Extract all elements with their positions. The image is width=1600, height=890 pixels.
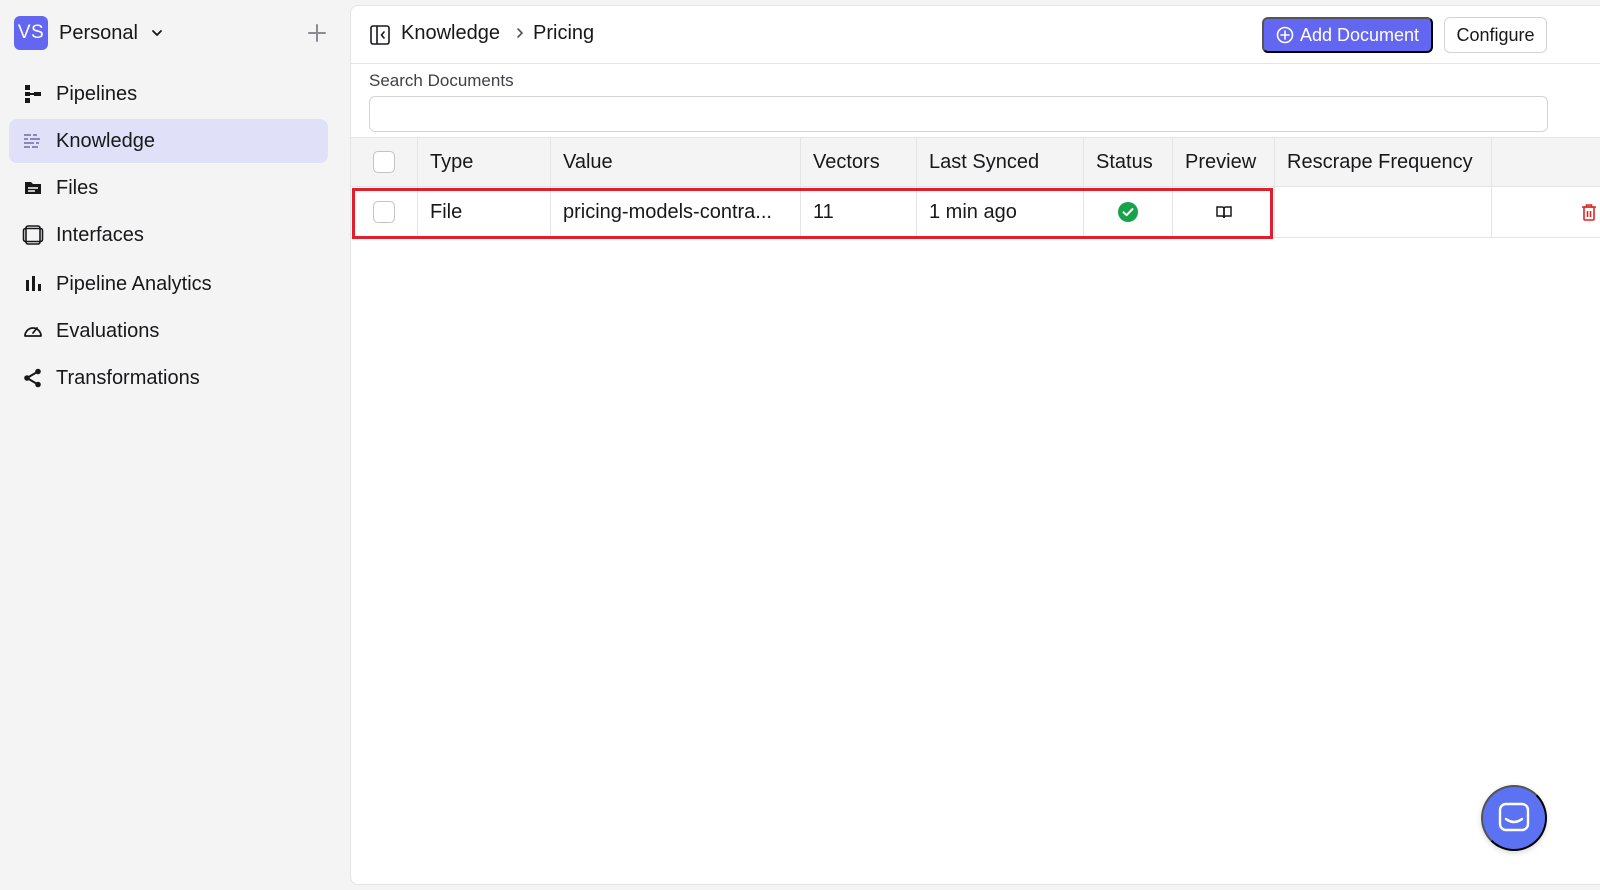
- header-select-cell: [351, 138, 418, 186]
- main-panel: Knowledge Pricing Add Document Configure…: [350, 5, 1600, 885]
- table-header: Type Value Vectors Last Synced Status Pr…: [351, 137, 1600, 187]
- row-type: File: [418, 187, 551, 237]
- sidebar-item-transformations[interactable]: Transformations: [9, 356, 328, 400]
- search-input[interactable]: [369, 96, 1548, 132]
- configure-button[interactable]: Configure: [1444, 17, 1547, 53]
- search-label: Search Documents: [369, 71, 514, 90]
- share-icon: [22, 367, 44, 389]
- sidebar-nav: Pipelines Knowledge Files Interfaces Pip…: [9, 72, 328, 403]
- trash-icon[interactable]: [1581, 203, 1597, 221]
- row-preview: [1173, 187, 1275, 237]
- sidebar-item-files[interactable]: Files: [9, 166, 328, 210]
- chat-launcher-button[interactable]: [1481, 785, 1547, 851]
- interfaces-icon: [22, 224, 44, 246]
- row-checkbox[interactable]: [373, 201, 395, 223]
- add-workspace-icon[interactable]: [304, 20, 330, 46]
- row-actions: [1492, 187, 1600, 237]
- gauge-icon: [22, 320, 44, 342]
- sidebar-item-label: Evaluations: [56, 319, 160, 342]
- workspace-switcher[interactable]: VS Personal: [14, 16, 334, 50]
- sidebar-item-evaluations[interactable]: Evaluations: [9, 309, 328, 353]
- sidebar-item-pipelines[interactable]: Pipelines: [9, 72, 328, 116]
- sidebar-item-label: Pipeline Analytics: [56, 272, 212, 295]
- workspace-name: Personal: [59, 21, 138, 44]
- sidebar-item-label: Files: [56, 176, 99, 199]
- book-open-icon[interactable]: [1215, 203, 1233, 221]
- header-rescrape[interactable]: Rescrape Frequency: [1275, 138, 1492, 186]
- row-vectors: 11: [801, 187, 917, 237]
- row-value[interactable]: pricing-models-contra...: [551, 187, 801, 237]
- chat-icon: [1498, 802, 1530, 832]
- sidebar-item-label: Interfaces: [56, 223, 144, 246]
- sidebar-toggle-icon[interactable]: [369, 24, 391, 46]
- chevron-right-icon: [513, 26, 529, 42]
- header-status[interactable]: Status: [1084, 138, 1173, 186]
- folder-icon: [22, 177, 44, 199]
- pipeline-icon: [22, 83, 44, 105]
- table-row[interactable]: File pricing-models-contra... 11 1 min a…: [351, 187, 1600, 238]
- breadcrumb-parent[interactable]: Knowledge: [401, 22, 500, 45]
- sidebar: VS Personal Pipelines Knowledge Files In…: [0, 0, 350, 890]
- add-document-label: Add Document: [1299, 24, 1420, 45]
- bar-chart-icon: [22, 273, 44, 295]
- knowledge-icon: [22, 130, 44, 152]
- sidebar-item-knowledge[interactable]: Knowledge: [9, 119, 328, 163]
- header-preview[interactable]: Preview: [1173, 138, 1275, 186]
- workspace-avatar: VS: [14, 16, 48, 50]
- header-actions: [1492, 138, 1600, 186]
- row-rescrape[interactable]: [1275, 187, 1492, 237]
- sidebar-item-interfaces[interactable]: Interfaces: [9, 213, 328, 257]
- header-type[interactable]: Type: [418, 138, 551, 186]
- breadcrumb-current: Pricing: [533, 22, 595, 44]
- plus-circle-icon: [1276, 26, 1294, 44]
- header-value[interactable]: Value: [551, 138, 801, 186]
- row-select-cell: [351, 187, 418, 237]
- header-last-synced[interactable]: Last Synced: [917, 138, 1084, 186]
- sidebar-item-label: Transformations: [56, 366, 200, 389]
- check-circle-icon: [1118, 202, 1138, 222]
- header-vectors[interactable]: Vectors: [801, 138, 917, 186]
- add-document-button[interactable]: Add Document: [1262, 17, 1433, 53]
- chevron-down-icon[interactable]: [150, 25, 166, 41]
- topbar: Knowledge Pricing Add Document Configure: [351, 6, 1600, 64]
- row-status: [1084, 187, 1173, 237]
- sidebar-item-pipeline-analytics[interactable]: Pipeline Analytics: [9, 262, 328, 306]
- select-all-checkbox[interactable]: [373, 151, 395, 173]
- sidebar-item-label: Pipelines: [56, 82, 138, 105]
- sidebar-item-label: Knowledge: [56, 129, 155, 152]
- row-last-synced: 1 min ago: [917, 187, 1084, 237]
